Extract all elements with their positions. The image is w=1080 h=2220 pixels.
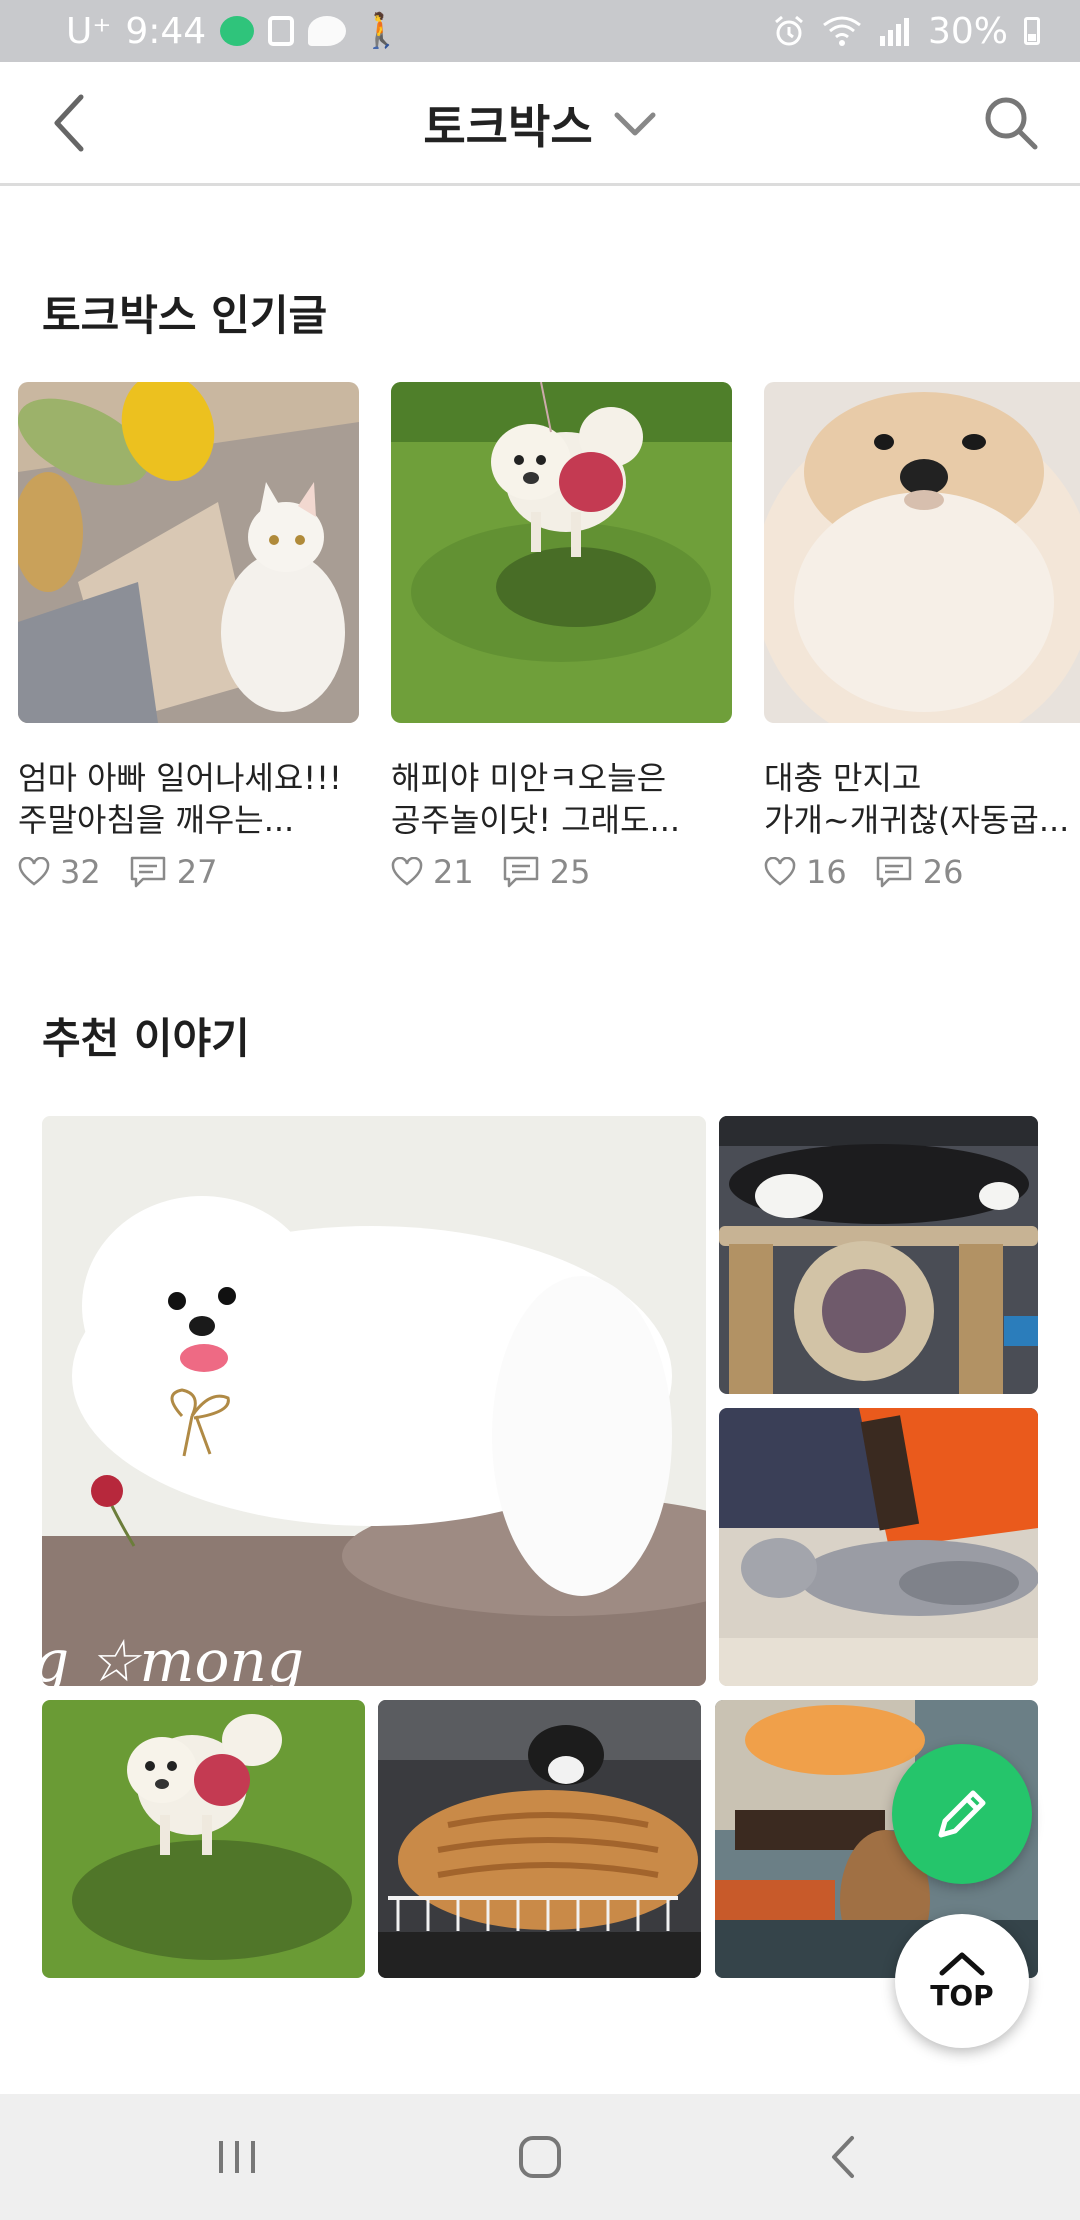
write-post-button[interactable] [892, 1744, 1032, 1884]
search-button[interactable] [976, 88, 1046, 158]
status-left: U⁺ 9:44 🚶 [66, 11, 403, 52]
post-title-line2: 가개~개귀찮(자동굽... [764, 801, 1070, 839]
popular-section-title: 토크박스 인기글 [42, 291, 328, 340]
comment-count: 26 [922, 853, 964, 891]
pencil-icon [938, 1790, 986, 1838]
status-right: 30% [772, 11, 1040, 52]
watermark-caption: g ☆mong [42, 1627, 304, 1686]
home-icon [519, 2136, 561, 2178]
post-title-line1: 해피야 미안ㅋ오늘은 [391, 759, 667, 797]
dog-grass-photo [42, 1700, 365, 1978]
like-count: 16 [806, 853, 847, 891]
post-title-line1: 대충 만지고 [764, 759, 922, 797]
recommended-section-title: 추천 이야기 [42, 1014, 250, 1063]
scroll-to-top-button[interactable]: TOP [895, 1914, 1029, 2048]
heart-icon [764, 857, 796, 886]
recommended-tile-featured[interactable]: g ☆mong [42, 1116, 706, 1686]
post-stats: 32 27 [18, 853, 359, 891]
chevron-down-icon [614, 112, 656, 136]
dog-photo [764, 382, 1080, 723]
top-bar: 토크박스 [0, 62, 1080, 186]
status-bar: U⁺ 9:44 🚶 30% [0, 0, 1080, 62]
chevron-up-icon [939, 1952, 985, 1975]
walking-icon: 🚶 [360, 11, 403, 51]
heart-icon [18, 857, 50, 886]
top-label: TOP [930, 1978, 994, 2012]
recommended-tile[interactable] [719, 1408, 1038, 1686]
search-icon [985, 97, 1038, 150]
talk-icon [308, 16, 347, 46]
post-title[interactable]: 대충 만지고 가개~개귀찮(자동굽... [764, 757, 1080, 841]
cat-tower-photo [719, 1116, 1038, 1394]
like-count: 32 [60, 853, 101, 891]
recommended-tile[interactable] [378, 1700, 701, 1978]
dog-photo [391, 382, 732, 723]
carrier-label: U⁺ [66, 10, 112, 52]
wifi-icon [823, 16, 861, 46]
post-title[interactable]: 해피야 미안ㅋ오늘은 공주놀이닷! 그래도... [391, 757, 732, 841]
system-back-button[interactable] [803, 2122, 883, 2192]
post-title-line1: 엄마 아빠 일어나세요!!! [18, 759, 342, 797]
heart-icon [391, 857, 423, 886]
comment-icon [130, 856, 165, 888]
recent-apps-icon [219, 2141, 255, 2173]
comment-count: 27 [176, 853, 218, 891]
post-title[interactable]: 엄마 아빠 일어나세요!!! 주말아침을 깨우는... [18, 757, 359, 841]
home-button[interactable] [500, 2122, 580, 2192]
clock: 9:44 [125, 10, 207, 52]
comment-icon [503, 856, 538, 888]
comment-count: 25 [549, 853, 591, 891]
alarm-icon [775, 15, 803, 46]
battery-icon [1024, 17, 1040, 45]
popular-post[interactable]: 엄마 아빠 일어나세요!!! 주말아침을 깨우는... 32 27 [18, 382, 359, 891]
comment-icon [876, 856, 911, 888]
recommended-tile[interactable] [719, 1116, 1038, 1394]
recommended-grid: g ☆mong [42, 1116, 1038, 1978]
cat-app-icon [220, 16, 255, 46]
post-thumbnail[interactable] [764, 382, 1080, 723]
tabby-cat-photo [378, 1700, 701, 1978]
like-count: 21 [433, 853, 474, 891]
kitten-photo [719, 1408, 1038, 1686]
signal-icon [879, 18, 909, 46]
recommended-tile[interactable] [42, 1700, 365, 1978]
title-dropdown[interactable]: 토크박스 [0, 62, 1080, 186]
post-thumbnail[interactable] [391, 382, 732, 723]
recent-apps-button[interactable] [197, 2122, 277, 2192]
post-thumbnail[interactable] [18, 382, 359, 723]
cat-photo [18, 382, 359, 723]
battery-percent: 30% [927, 10, 1008, 52]
popular-post[interactable]: 해피야 미안ㅋ오늘은 공주놀이닷! 그래도... 21 25 [391, 382, 732, 891]
popular-posts-carousel[interactable]: 엄마 아빠 일어나세요!!! 주말아침을 깨우는... 32 27 해피야 미안… [18, 382, 1080, 891]
post-title-line2: 공주놀이닷! 그래도... [391, 801, 681, 839]
white-dog-photo: g ☆mong [42, 1116, 706, 1686]
system-nav-bar [0, 2094, 1080, 2220]
back-arrow-icon [832, 2136, 854, 2178]
page-title: 토크박스 [423, 100, 593, 154]
square-app-icon [268, 16, 295, 46]
post-stats: 16 26 [764, 853, 1080, 891]
popular-post[interactable]: 대충 만지고 가개~개귀찮(자동굽... 16 26 [764, 382, 1080, 891]
post-stats: 21 25 [391, 853, 732, 891]
post-title-line2: 주말아침을 깨우는... [18, 801, 295, 839]
